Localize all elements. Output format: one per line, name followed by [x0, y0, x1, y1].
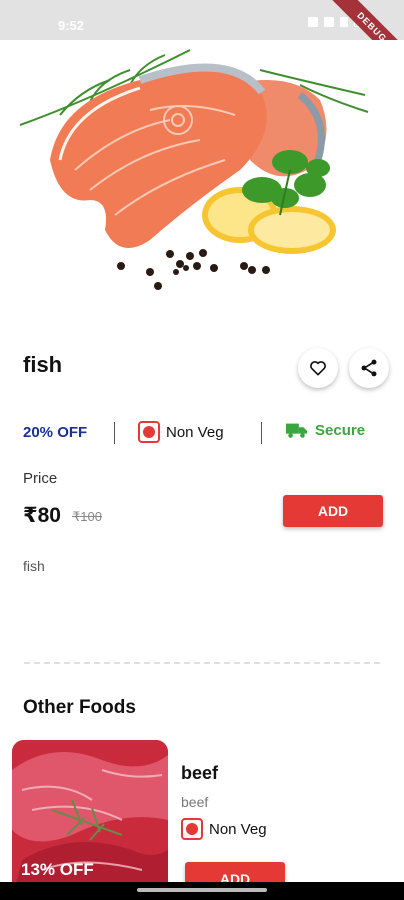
food-card-type-label: Non Veg — [209, 820, 267, 838]
price: ₹80 — [23, 504, 61, 527]
food-card-subtitle: beef — [181, 794, 209, 810]
original-price: ₹100 — [72, 509, 102, 524]
food-card-discount: 13% OFF — [21, 860, 94, 879]
share-button[interactable] — [349, 348, 389, 388]
add-to-cart-button[interactable]: ADD — [283, 495, 383, 527]
divider — [114, 422, 115, 444]
discount-label: 20% OFF — [23, 424, 88, 441]
price-label: Price — [23, 470, 58, 487]
food-card-name[interactable]: beef — [181, 763, 218, 784]
food-type-label: Non Veg — [166, 423, 224, 441]
non-veg-icon — [138, 421, 160, 443]
truck-icon — [286, 423, 308, 438]
status-time: 9:52 — [58, 18, 85, 33]
food-card-type-badge: Non Veg — [181, 818, 267, 840]
product-title: fish — [23, 352, 63, 377]
product-description: fish — [23, 558, 45, 574]
secure-label: Secure — [315, 421, 366, 439]
non-veg-icon — [181, 818, 203, 840]
heart-icon — [310, 361, 326, 376]
secure-badge: Secure — [286, 421, 365, 439]
food-type-badge: Non Veg — [138, 421, 224, 443]
divider — [261, 422, 262, 444]
home-gesture-handle[interactable] — [137, 888, 267, 892]
product-image — [0, 40, 404, 310]
share-icon — [361, 359, 377, 377]
product-info-row: 20% OFF Non Veg Secure — [0, 418, 404, 448]
favorite-button[interactable] — [298, 348, 338, 388]
section-divider — [24, 662, 380, 664]
other-foods-title: Other Foods — [23, 697, 136, 718]
